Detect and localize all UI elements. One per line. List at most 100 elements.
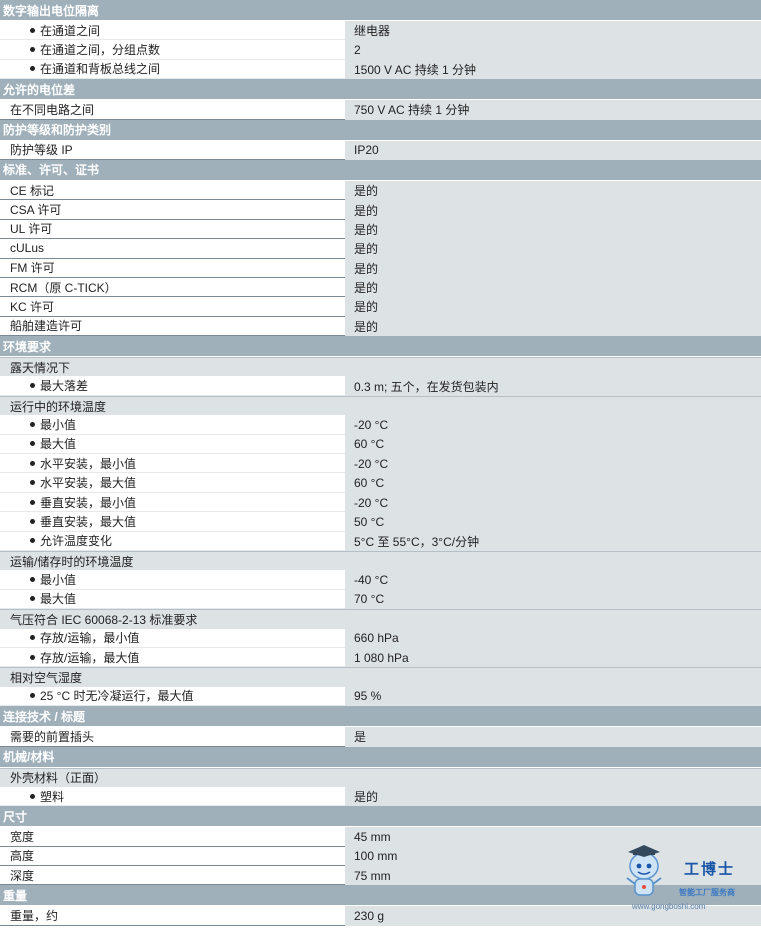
- spec-label: 最大值: [0, 434, 345, 455]
- subsection-row: 相对空气湿度: [0, 667, 761, 687]
- spec-label: 在通道之间，分组点数: [0, 40, 345, 60]
- spec-label: 在通道和背板总线之间: [0, 59, 345, 80]
- spec-value: 是的: [345, 277, 761, 298]
- spec-table: 数字输出电位隔离 在通道之间 继电器 在通道之间，分组点数 2 在通道和背板总线之间 150…: [0, 0, 761, 926]
- spec-row: 水平安装，最小值 -20 °C: [0, 454, 761, 474]
- spec-row: 垂直安装，最小值 -20 °C: [0, 492, 761, 513]
- spec-row: 在通道之间，分组点数 2: [0, 40, 761, 60]
- spec-label: 水平安装，最小值: [0, 454, 345, 474]
- spec-label: 重量，约: [0, 906, 345, 926]
- spec-label: 存放/运输，最大值: [0, 647, 345, 668]
- spec-label: 船舶建造许可: [0, 316, 345, 337]
- spec-value: 是的: [345, 316, 761, 337]
- spec-row: cULus 是的: [0, 239, 761, 259]
- spec-row: 垂直安装，最大值 50 °C: [0, 512, 761, 532]
- spec-value: 5°C 至 55°C，3°C/分钟: [345, 531, 761, 551]
- spec-value: 是的: [345, 200, 761, 220]
- spec-label: 最大落差: [0, 376, 345, 396]
- spec-value: 750 V AC 持续 1 分钟: [345, 100, 761, 120]
- spec-label: 宽度: [0, 827, 345, 847]
- spec-row: 25 °C 时无冷凝运行，最大值 95 %: [0, 686, 761, 707]
- section-title: 尺寸: [3, 809, 28, 824]
- spec-row: 最大值 70 °C: [0, 589, 761, 610]
- spec-label: KC 许可: [0, 297, 345, 317]
- spec-value: 是的: [345, 219, 761, 240]
- section-header: 尺寸: [0, 806, 761, 828]
- spec-row: CSA 许可 是的: [0, 200, 761, 220]
- spec-value: 660 hPa: [345, 628, 761, 648]
- section-header: 标准、许可、证书: [0, 159, 761, 181]
- spec-row: 防护等级 IP IP20: [0, 140, 761, 160]
- spec-row: 塑料 是的: [0, 786, 761, 807]
- spec-label: 在通道之间: [0, 21, 345, 41]
- spec-value: 95 %: [345, 686, 761, 707]
- spec-label: 露天情况下: [0, 358, 345, 377]
- spec-value: 继电器: [345, 21, 761, 41]
- spec-value: [345, 668, 761, 687]
- spec-value: 1 080 hPa: [345, 647, 761, 668]
- spec-value: 是的: [345, 297, 761, 317]
- spec-value: [345, 358, 761, 377]
- section-title: 防护等级和防护类别: [3, 123, 112, 138]
- section-header: 环境要求: [0, 336, 761, 358]
- spec-label: CSA 许可: [0, 200, 345, 220]
- spec-value: [345, 610, 761, 629]
- spec-row: 最小值 -40 °C: [0, 570, 761, 590]
- section-title: 连接技术 / 标题: [3, 709, 86, 724]
- spec-label: 最小值: [0, 570, 345, 590]
- subsection-row: 露天情况下: [0, 357, 761, 377]
- section-header: 数字输出电位隔离: [0, 0, 761, 21]
- section-header: 机械/材料: [0, 746, 761, 768]
- subsection-row: 运行中的环境温度: [0, 395, 761, 416]
- subsection-row: 外壳材料（正面）: [0, 767, 761, 787]
- spec-row: 存放/运输，最大值 1 080 hPa: [0, 647, 761, 668]
- spec-label: 25 °C 时无冷凝运行，最大值: [0, 686, 345, 707]
- spec-label: 需要的前置插头: [0, 727, 345, 747]
- spec-value: -40 °C: [345, 570, 761, 590]
- spec-value: 60 °C: [345, 473, 761, 493]
- section-title: 标准、许可、证书: [3, 163, 100, 178]
- spec-row: 船舶建造许可 是的: [0, 316, 761, 337]
- watermark-title: 工博士: [684, 860, 736, 878]
- spec-row: 最大值 60 °C: [0, 434, 761, 455]
- spec-row: 最大落差 0.3 m; 五个，在发货包装内: [0, 376, 761, 396]
- spec-value: 50 °C: [345, 512, 761, 532]
- spec-label: RCM（原 C-TICK）: [0, 277, 345, 298]
- spec-label: 在不同电路之间: [0, 100, 345, 120]
- spec-label: 垂直安装，最小值: [0, 492, 345, 513]
- spec-row: 存放/运输，最小值 660 hPa: [0, 628, 761, 648]
- spec-label: 相对空气湿度: [0, 668, 345, 687]
- spec-label: 运输/储存时的环境温度: [0, 551, 345, 571]
- spec-value: -20 °C: [345, 415, 761, 435]
- spec-label: 气压符合 IEC 60068-2-13 标准要求: [0, 610, 345, 629]
- spec-label: 最大值: [0, 589, 345, 610]
- spec-label: 外壳材料（正面）: [0, 768, 345, 787]
- spec-value: 2: [345, 40, 761, 60]
- spec-label: 高度: [0, 846, 345, 867]
- spec-label: FM 许可: [0, 258, 345, 278]
- robot-mascot-icon: [626, 845, 662, 896]
- spec-row: FM 许可 是的: [0, 258, 761, 278]
- spec-value: [345, 396, 761, 416]
- spec-value: 是的: [345, 239, 761, 259]
- spec-row: 在通道之间 继电器: [0, 21, 761, 41]
- spec-value: IP20: [345, 140, 761, 160]
- spec-label: cULus: [0, 239, 345, 259]
- spec-row: 在不同电路之间 750 V AC 持续 1 分钟: [0, 100, 761, 120]
- spec-value: 60 °C: [345, 434, 761, 455]
- section-title: 机械/材料: [3, 750, 55, 764]
- spec-label: 允许温度变化: [0, 531, 345, 551]
- spec-value: -20 °C: [345, 454, 761, 474]
- spec-value: [345, 551, 761, 571]
- section-header: 防护等级和防护类别: [0, 119, 761, 141]
- section-header: 连接技术 / 标题: [0, 706, 761, 728]
- spec-label: 塑料: [0, 786, 345, 807]
- section-header: 允许的电位差: [0, 79, 761, 101]
- spec-row: UL 许可 是的: [0, 219, 761, 240]
- spec-row: RCM（原 C-TICK） 是的: [0, 277, 761, 298]
- spec-label: 存放/运输，最小值: [0, 628, 345, 648]
- spec-value: [345, 768, 761, 787]
- watermark-tagline: 智能工厂服务商: [679, 888, 735, 897]
- gongboshi-watermark: 工博士 智能工厂服务商 www.gongboshi.com: [624, 842, 754, 920]
- section-title: 数字输出电位隔离: [3, 3, 100, 18]
